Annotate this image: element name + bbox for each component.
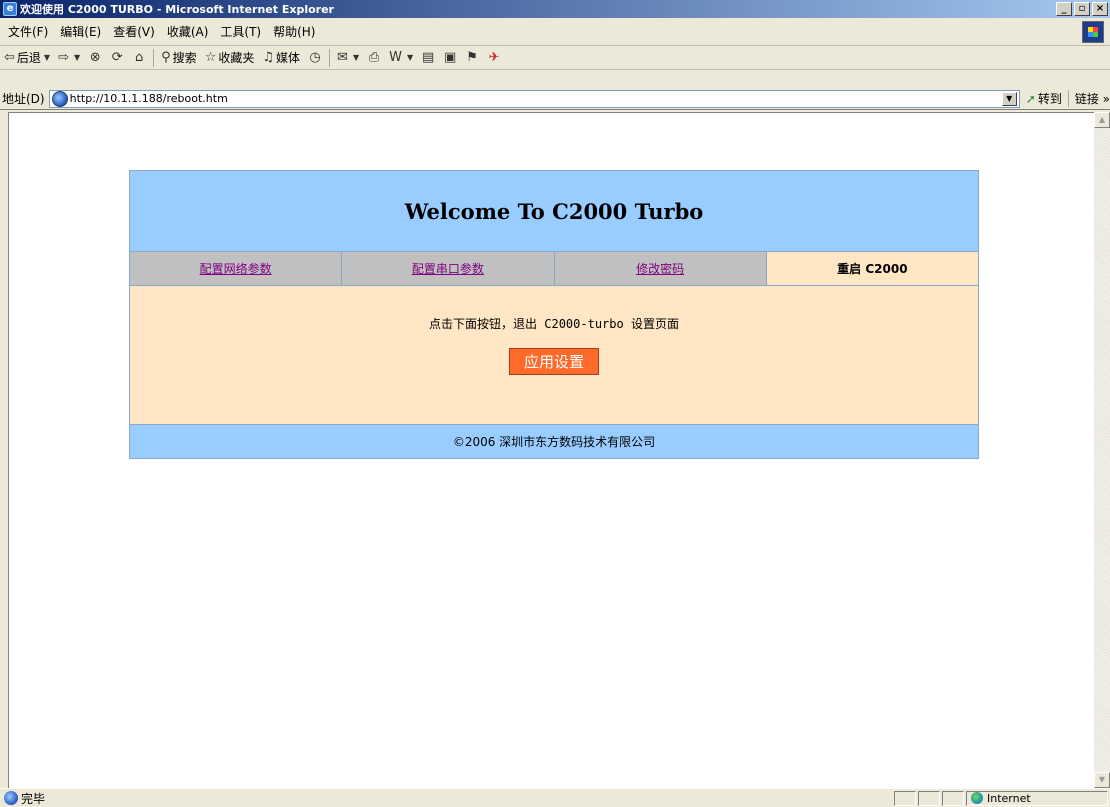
nav-cell: 修改密码 <box>554 252 767 285</box>
chevron-down-icon: ▼ <box>352 53 360 62</box>
apply-settings-button[interactable]: 应用设置 <box>508 348 599 375</box>
welcome-title: Welcome To C2000 Turbo <box>404 198 704 224</box>
standard-toolbar: ⇦ 后退 ▼ ⇨ ▼ ⊗ ⟳ ⌂ ⚲ 搜索 ☆ 收藏夹 ♫ 媒体 ◷ ✉ ▼ ⎙… <box>0 46 1110 70</box>
research-button[interactable]: ⚑ <box>463 49 481 67</box>
menu-view[interactable]: 查看(V) <box>107 23 161 40</box>
nav-tabs: 配置网络参数 配置串口参数 修改密码 重启 C2000 <box>130 252 978 286</box>
status-pane <box>918 790 940 806</box>
nav-network-settings-link[interactable]: 配置网络参数 <box>200 260 272 277</box>
search-button[interactable]: ⚲ 搜索 <box>157 49 201 66</box>
status-text: 完毕 <box>21 791 46 806</box>
vertical-scrollbar[interactable]: ▲ ▼ <box>1094 112 1110 788</box>
menu-edit[interactable]: 编辑(E) <box>54 23 107 40</box>
nav-cell-active: 重启 C2000 <box>766 252 978 285</box>
back-arrow-icon: ⇦ <box>4 50 15 65</box>
discuss-icon: ▤ <box>421 50 435 65</box>
search-icon: ⚲ <box>161 50 171 65</box>
search-label: 搜索 <box>172 51 197 65</box>
messenger-button[interactable]: ▣ <box>441 49 459 67</box>
mail-icon: ✉ <box>337 50 348 65</box>
back-label: 后退 <box>16 51 41 65</box>
globe-icon <box>971 792 983 804</box>
windows-logo-icon <box>1082 21 1104 43</box>
status-pane <box>894 790 916 806</box>
go-label: 转到 <box>1037 92 1062 106</box>
toolbar-divider <box>153 48 155 67</box>
mail-button[interactable]: ✉ ▼ <box>333 50 363 65</box>
nav-reboot-current: 重启 C2000 <box>837 262 908 276</box>
toolbar-divider <box>329 48 331 67</box>
nav-change-password-link[interactable]: 修改密码 <box>636 260 684 277</box>
page-done-icon <box>4 791 18 805</box>
links-button[interactable]: 链接 » <box>1067 90 1110 107</box>
scroll-up-button[interactable]: ▲ <box>1094 112 1110 128</box>
welcome-header: Welcome To C2000 Turbo <box>130 171 978 252</box>
page-footer: ©2006 深圳市东方数码技术有限公司 <box>130 425 978 458</box>
ie-logo-icon: e <box>3 2 17 16</box>
window-controls: _ ▫ × <box>1056 2 1108 16</box>
status-bar: 完毕 Internet <box>0 788 1110 807</box>
menu-bar: 文件(F) 编辑(E) 查看(V) 收藏(A) 工具(T) 帮助(H) <box>0 18 1110 46</box>
print-icon: ⎙ <box>368 50 380 65</box>
content-area: 点击下面按钮，退出 C2000-turbo 设置页面 应用设置 <box>130 286 978 425</box>
stop-button[interactable]: ⊗ <box>86 49 104 67</box>
title-bar: e 欢迎使用 C2000 TURBO - Microsoft Internet … <box>0 0 1110 18</box>
back-button[interactable]: ⇦ 后退 ▼ <box>0 49 54 66</box>
forward-button[interactable]: ⇨ ▼ <box>54 50 84 65</box>
refresh-icon: ⟳ <box>111 50 123 65</box>
word-icon: W <box>389 50 402 65</box>
flashget-button[interactable]: ✈ <box>485 49 503 67</box>
messenger-icon: ▣ <box>443 50 457 65</box>
research-icon: ⚑ <box>466 50 478 65</box>
favorites-icon: ☆ <box>204 50 217 65</box>
home-button[interactable]: ⌂ <box>130 49 148 67</box>
status-pane <box>942 790 964 806</box>
minimize-button[interactable]: _ <box>1056 2 1072 16</box>
page-icon <box>51 90 68 107</box>
media-button[interactable]: ♫ 媒体 <box>258 49 304 66</box>
favorites-button[interactable]: ☆ 收藏夹 <box>201 49 259 66</box>
window-title: 欢迎使用 C2000 TURBO - Microsoft Internet Ex… <box>20 3 334 16</box>
copyright-text: ©2006 深圳市东方数码技术有限公司 <box>452 435 656 449</box>
stop-icon: ⊗ <box>89 50 101 65</box>
security-zone: Internet <box>966 790 1108 806</box>
history-button[interactable]: ◷ <box>306 49 324 67</box>
zone-label: Internet <box>987 791 1031 805</box>
go-arrow-icon: ➚ <box>1025 91 1036 106</box>
settings-panel: Welcome To C2000 Turbo 配置网络参数 配置串口参数 修改密… <box>129 170 979 459</box>
address-label: 地址(D) <box>2 92 45 106</box>
menu-file[interactable]: 文件(F) <box>0 23 54 40</box>
menu-help[interactable]: 帮助(H) <box>267 23 321 40</box>
discuss-button[interactable]: ▤ <box>419 49 437 67</box>
menu-tools[interactable]: 工具(T) <box>214 23 267 40</box>
instruction-text: 点击下面按钮，退出 C2000-turbo 设置页面 <box>429 317 679 331</box>
chevron-down-icon: ▼ <box>73 53 81 62</box>
nav-cell: 配置网络参数 <box>130 252 343 285</box>
forward-arrow-icon: ⇨ <box>58 50 69 65</box>
print-button[interactable]: ⎙ <box>365 49 383 67</box>
go-button[interactable]: ➚ 转到 <box>1026 90 1062 107</box>
media-label: 媒体 <box>276 51 301 65</box>
history-icon: ◷ <box>309 50 321 65</box>
page-viewport: Welcome To C2000 Turbo 配置网络参数 配置串口参数 修改密… <box>8 112 1094 788</box>
scroll-down-button[interactable]: ▼ <box>1094 772 1110 788</box>
address-bar: 地址(D) http://10.1.1.188/reboot.htm ▼ ➚ 转… <box>0 88 1110 110</box>
nav-serial-settings-link[interactable]: 配置串口参数 <box>412 260 484 277</box>
favorites-label: 收藏夹 <box>218 51 255 65</box>
address-url: http://10.1.1.188/reboot.htm <box>69 92 228 105</box>
flashget-icon: ✈ <box>488 50 500 65</box>
nav-cell: 配置串口参数 <box>342 252 555 285</box>
menu-favorites[interactable]: 收藏(A) <box>161 23 215 40</box>
address-dropdown-button[interactable]: ▼ <box>1001 91 1017 106</box>
restore-button[interactable]: ▫ <box>1074 2 1090 16</box>
chevron-down-icon: ▼ <box>43 53 51 62</box>
refresh-button[interactable]: ⟳ <box>108 49 126 67</box>
home-icon: ⌂ <box>135 50 144 65</box>
close-button[interactable]: × <box>1092 2 1108 16</box>
chevron-down-icon: ▼ <box>406 53 414 62</box>
media-icon: ♫ <box>262 50 275 65</box>
address-input[interactable]: http://10.1.1.188/reboot.htm ▼ <box>48 89 1020 108</box>
edit-button[interactable]: W ▼ <box>385 50 417 65</box>
